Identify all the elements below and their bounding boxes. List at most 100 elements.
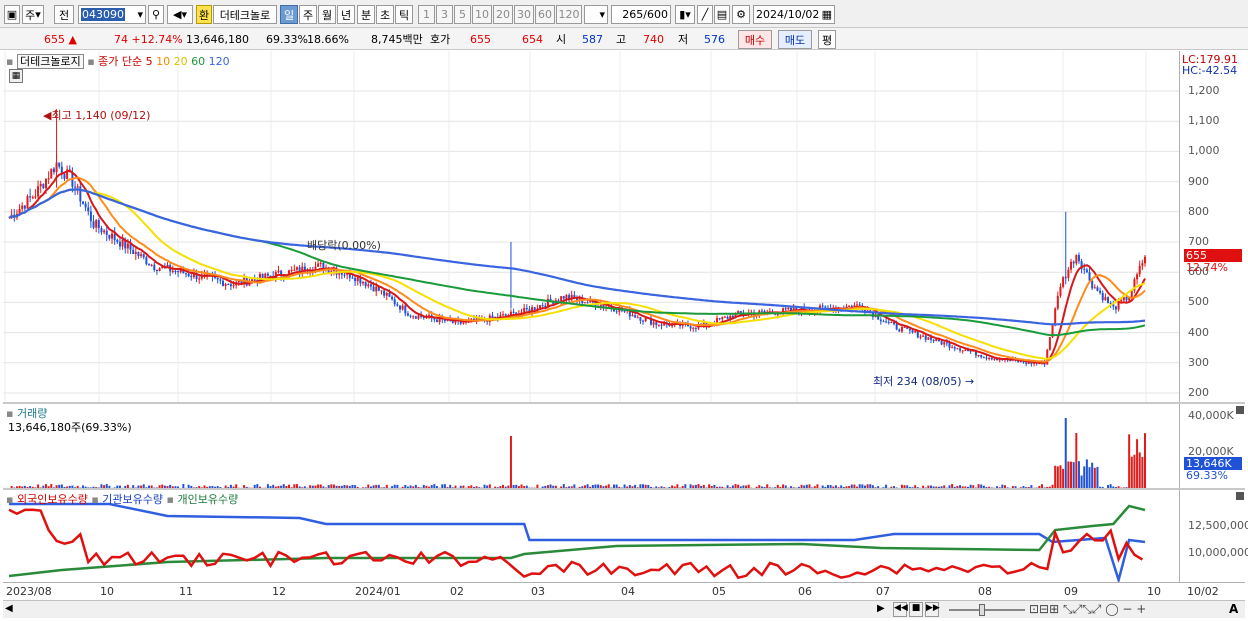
price-axis[interactable]: LC:179.91 HC:-42.54 1,200 1,100 1,000 900 80… bbox=[1179, 51, 1245, 402]
data-count-field[interactable]: 265/600 bbox=[611, 5, 671, 24]
candle-body bbox=[103, 230, 106, 233]
candle-body bbox=[126, 243, 129, 249]
calendar-icon: ▦ bbox=[821, 8, 832, 21]
zoom-slider[interactable] bbox=[949, 609, 1025, 611]
candle-body bbox=[79, 186, 82, 202]
volume-bar bbox=[1077, 461, 1080, 488]
x-axis-label: 10 bbox=[1147, 585, 1161, 598]
interval-label: 20 bbox=[496, 8, 510, 21]
interval-1[interactable]: 1 bbox=[418, 5, 435, 24]
candle-body bbox=[557, 300, 560, 302]
stop-icon[interactable]: ■ bbox=[909, 602, 923, 617]
zoom-slider-handle[interactable] bbox=[979, 604, 985, 616]
candle-body bbox=[726, 316, 729, 319]
tab-year[interactable]: 년 bbox=[337, 5, 355, 24]
candle-body bbox=[150, 264, 153, 266]
candle-body bbox=[927, 337, 930, 340]
legend-square-icon: ▪ bbox=[91, 493, 99, 506]
close-icon[interactable] bbox=[1236, 406, 1244, 414]
interval-3[interactable]: 3 bbox=[436, 5, 453, 24]
tab-tick[interactable]: 틱 bbox=[395, 5, 413, 24]
holdings-panel[interactable]: ▪ 외국인보유수량 ▪ 기관보유수량 ▪ 개인보유수량 bbox=[3, 490, 1179, 585]
candle-body bbox=[533, 307, 536, 310]
candle-body bbox=[940, 341, 943, 345]
interval-20[interactable]: 20 bbox=[493, 5, 513, 24]
volume-bar bbox=[1056, 466, 1059, 488]
period-week-dropdown[interactable]: 주 ▾ bbox=[22, 5, 44, 24]
volume-bar bbox=[1091, 462, 1094, 488]
tab-day[interactable]: 일 bbox=[280, 5, 298, 24]
candle-body bbox=[34, 196, 37, 198]
candle-body bbox=[145, 257, 148, 265]
interval-label: 10 bbox=[475, 8, 489, 21]
chart-tools-icons[interactable]: ⊡⊟⊞ ⤡⤢⤡⤢ ◯ − + bbox=[1029, 602, 1146, 617]
prev-button[interactable]: 전 bbox=[54, 5, 74, 24]
tab-tick-label: 틱 bbox=[398, 8, 410, 22]
scroll-bar[interactable]: ◀ ▶ ◀◀ ■ ▶▶ ⊡⊟⊞ ⤡⤢⤡⤢ ◯ − + A bbox=[3, 600, 1245, 618]
candle-body bbox=[198, 278, 201, 280]
candle-body bbox=[858, 304, 861, 306]
candle-body bbox=[882, 321, 885, 323]
ma60-label: 60 bbox=[191, 55, 206, 68]
price-tick-label: 400 bbox=[1188, 325, 1209, 339]
legend-square-icon: ▪ bbox=[6, 493, 14, 506]
candle-body bbox=[171, 270, 174, 272]
rewind-icon[interactable]: ◀◀ bbox=[893, 602, 908, 617]
candle-body bbox=[615, 311, 618, 313]
candle-body bbox=[980, 354, 983, 358]
fast-forward-icon[interactable]: ▶▶ bbox=[925, 602, 940, 617]
stock-name-field[interactable]: 더테크놀로 bbox=[213, 5, 277, 24]
scroll-right-icon[interactable]: ▶ bbox=[877, 603, 889, 616]
candle-body bbox=[372, 286, 375, 292]
candle-body bbox=[1075, 255, 1078, 264]
volume-axis[interactable]: 40,000K 20,000K 13,646K 69.33% bbox=[1179, 404, 1245, 488]
exchange-badge[interactable]: 환 bbox=[196, 5, 212, 24]
volume-panel[interactable]: ▪ 거래량 13,646,180주(69.33%) bbox=[3, 404, 1179, 488]
candle-body bbox=[1138, 265, 1141, 275]
draw-tool-icon[interactable]: ╱ bbox=[697, 5, 713, 24]
candle-type-icon[interactable]: ▮▾ bbox=[675, 5, 695, 24]
grid-icon[interactable]: ▦ bbox=[9, 69, 23, 83]
price-chart[interactable] bbox=[3, 51, 1179, 402]
candle-body bbox=[694, 327, 697, 329]
candle-body bbox=[848, 305, 851, 307]
candle-body bbox=[636, 317, 639, 319]
eval-button[interactable]: 평 bbox=[818, 30, 836, 49]
interval-5[interactable]: 5 bbox=[454, 5, 471, 24]
gear-icon[interactable]: ⚙ bbox=[732, 5, 750, 24]
candle-body bbox=[266, 273, 269, 276]
candle-body bbox=[185, 273, 188, 275]
search-icon[interactable]: ⚲ bbox=[148, 5, 164, 24]
interval-60[interactable]: 60 bbox=[535, 5, 555, 24]
pct-tag: 12.74% bbox=[1186, 261, 1228, 274]
stock-name: 더테크놀로 bbox=[219, 8, 271, 22]
buy-button[interactable]: 매수 bbox=[738, 30, 772, 49]
tab-minute[interactable]: 분 bbox=[357, 5, 375, 24]
save-icon[interactable]: ▤ bbox=[714, 5, 730, 24]
sound-icon[interactable]: ◀▾ bbox=[167, 5, 193, 24]
candle-body bbox=[504, 314, 507, 316]
scroll-left-icon[interactable]: ◀ bbox=[5, 603, 17, 616]
candle-body bbox=[380, 290, 383, 292]
sell-button[interactable]: 매도 bbox=[778, 30, 812, 49]
volume-chart[interactable] bbox=[3, 404, 1179, 488]
tab-week[interactable]: 주 bbox=[299, 5, 317, 24]
candle-body bbox=[1077, 255, 1080, 262]
stock-code-input[interactable]: 043090 ▾ bbox=[78, 5, 146, 24]
candle-body bbox=[948, 343, 951, 348]
holdings-axis[interactable]: 12,500,000 10,000,000 bbox=[1179, 490, 1248, 582]
text-size-icon[interactable]: A bbox=[1229, 602, 1238, 616]
candle-body bbox=[113, 233, 116, 240]
date-picker[interactable]: 2024/10/02 ▦ bbox=[753, 5, 835, 24]
window-icon[interactable]: ▣ bbox=[4, 5, 20, 24]
interval-30[interactable]: 30 bbox=[514, 5, 534, 24]
close-icon[interactable] bbox=[1236, 492, 1244, 500]
candle-body bbox=[409, 315, 412, 317]
interval-10[interactable]: 10 bbox=[472, 5, 492, 24]
tab-month[interactable]: 월 bbox=[318, 5, 336, 24]
tab-second[interactable]: 초 bbox=[376, 5, 394, 24]
price-panel[interactable]: ▪ 더테크놀로지 ▪ 종가 단순 5 10 20 60 120 ▦ ◀최고 1,… bbox=[3, 51, 1179, 402]
interval-dropdown[interactable]: ▾ bbox=[584, 5, 608, 24]
foreign-label: 외국인보유수량 bbox=[16, 493, 88, 506]
interval-120[interactable]: 120 bbox=[556, 5, 582, 24]
